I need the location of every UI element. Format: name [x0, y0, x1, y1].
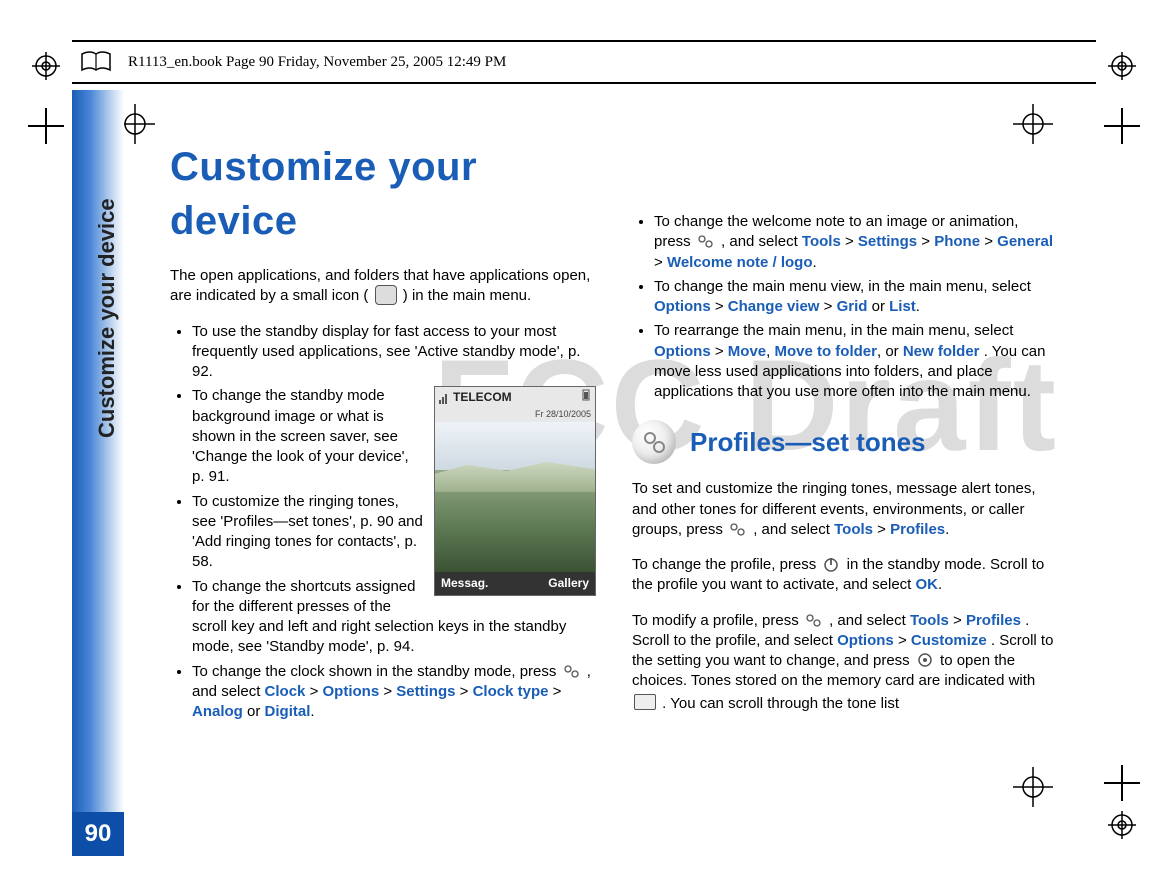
link-tools: Tools	[910, 612, 949, 629]
phone-carrier: TELECOM	[453, 389, 512, 405]
link-general: General	[997, 233, 1053, 250]
book-icon	[80, 50, 112, 74]
link-welcome: Welcome note / logo	[667, 254, 813, 271]
bullet-list-left: To use the standby display for fast acce…	[170, 322, 596, 723]
bullet-item: To change the clock shown in the standby…	[192, 662, 596, 723]
bullet-item: To change the main menu view, in the mai…	[654, 277, 1058, 318]
link-options: Options	[323, 683, 380, 700]
crop-mark-icon	[1104, 108, 1140, 149]
bullet-item: To change the welcome note to an image o…	[654, 212, 1058, 273]
section-title: Profiles—set tones	[690, 425, 926, 460]
bullet-item: To rearrange the main menu, in the main …	[654, 321, 1058, 402]
scroll-key-icon	[916, 652, 934, 668]
bullet-list-right: To change the welcome note to an image o…	[632, 212, 1058, 402]
column-right: To change the welcome note to an image o…	[632, 140, 1058, 806]
menu-key-icon	[729, 521, 747, 537]
link-tools: Tools	[834, 521, 873, 538]
registration-mark-icon	[1108, 811, 1136, 844]
column-left: Customize your device The open applicati…	[170, 140, 596, 806]
side-section-label: Customize your device	[94, 198, 120, 438]
link-move: Move	[728, 343, 766, 360]
menu-key-icon	[805, 612, 823, 628]
content-area: Customize your device The open applicati…	[170, 140, 1058, 806]
profiles-section-icon	[632, 420, 676, 464]
battery-icon	[581, 389, 591, 401]
link-phone: Phone	[934, 233, 980, 250]
intro-text-b: ) in the main menu.	[403, 287, 531, 304]
book-header-bar: R1113_en.book Page 90 Friday, November 2…	[72, 40, 1096, 84]
menu-key-icon	[697, 233, 715, 249]
registration-mark-icon	[32, 52, 60, 85]
bullet-text: To change the standby mode background im…	[192, 387, 409, 485]
link-profiles: Profiles	[890, 521, 945, 538]
page-root: R1113_en.book Page 90 Friday, November 2…	[0, 0, 1168, 896]
crop-mark-icon	[28, 108, 64, 149]
bullet-item: To use the standby display for fast acce…	[192, 322, 596, 383]
softkey-left: Messag.	[441, 575, 488, 591]
profiles-paragraph-2: To change the profile, press in the stan…	[632, 555, 1058, 596]
section-heading: Profiles—set tones	[632, 420, 1058, 464]
registration-mark-icon	[1108, 52, 1136, 85]
open-app-indicator-icon	[375, 285, 397, 305]
link-settings: Settings	[858, 233, 917, 250]
link-analog: Analog	[192, 703, 243, 720]
link-options: Options	[654, 298, 711, 315]
link-clock-type: Clock type	[473, 683, 549, 700]
phone-status-bar: TELECOM	[435, 387, 595, 408]
phone-softkeys: Messag. Gallery	[435, 572, 595, 595]
link-customize: Customize	[911, 632, 987, 649]
bullet-item: TELECOM Fr 28/10/2005 Messag. Gallery	[192, 386, 596, 487]
phone-date: Fr 28/10/2005	[435, 408, 595, 422]
profiles-paragraph-1: To set and customize the ringing tones, …	[632, 479, 1058, 540]
link-options: Options	[654, 343, 711, 360]
softkey-right: Gallery	[548, 575, 589, 591]
link-profiles: Profiles	[966, 612, 1021, 629]
link-tools: Tools	[802, 233, 841, 250]
link-ok: OK	[916, 576, 939, 593]
profiles-paragraph-3: To modify a profile, press , and select …	[632, 611, 1058, 714]
phone-screenshot: TELECOM Fr 28/10/2005 Messag. Gallery	[434, 386, 596, 596]
link-digital: Digital	[265, 703, 311, 720]
phone-wallpaper	[435, 422, 595, 572]
link-list: List	[889, 298, 916, 315]
link-new-folder: New folder	[903, 343, 980, 360]
page-title: Customize your device	[170, 140, 596, 248]
page-number: 90	[72, 812, 124, 856]
link-change-view: Change view	[728, 298, 820, 315]
link-settings: Settings	[396, 683, 455, 700]
link-move-to-folder: Move to folder	[774, 343, 877, 360]
link-options: Options	[837, 632, 894, 649]
book-header-text: R1113_en.book Page 90 Friday, November 2…	[128, 54, 506, 71]
signal-icon	[439, 392, 449, 404]
intro-paragraph: The open applications, and folders that …	[170, 266, 596, 307]
menu-key-icon	[563, 663, 581, 679]
power-key-icon	[822, 556, 840, 572]
link-grid: Grid	[837, 298, 868, 315]
crop-mark-icon	[1104, 765, 1140, 806]
memory-card-icon	[634, 694, 656, 710]
link-clock: Clock	[265, 683, 306, 700]
